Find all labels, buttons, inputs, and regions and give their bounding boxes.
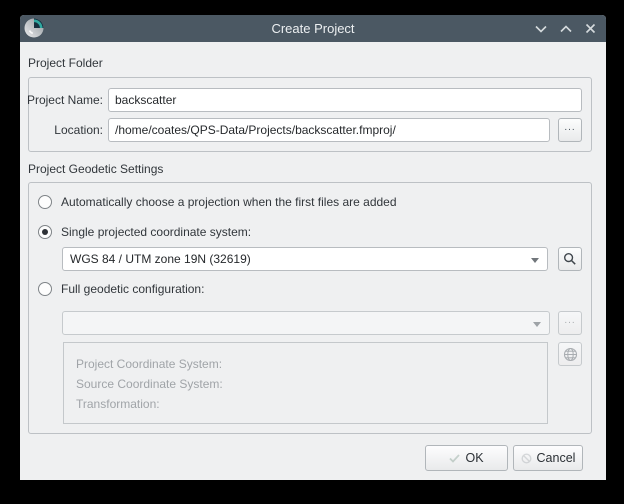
- ok-button-label: OK: [465, 451, 483, 465]
- radio-full-geodetic-config-label: Full geodetic configuration:: [61, 282, 204, 296]
- transformation-summary-label: Transformation:: [76, 397, 160, 411]
- close-icon: [585, 23, 596, 34]
- maximize-button[interactable]: [557, 20, 574, 37]
- radio-single-projected-crs[interactable]: Single projected coordinate system:: [38, 225, 251, 239]
- project-crs-summary-label: Project Coordinate System:: [76, 357, 222, 371]
- radio-single-projected-crs-label: Single projected coordinate system:: [61, 225, 251, 239]
- globe-icon: [563, 347, 578, 362]
- cancel-icon: [521, 453, 532, 464]
- cancel-button-label: Cancel: [537, 451, 576, 465]
- radio-auto-projection[interactable]: Automatically choose a projection when t…: [38, 195, 397, 209]
- chevron-up-icon: [560, 25, 572, 33]
- source-crs-summary-label: Source Coordinate System:: [76, 377, 223, 391]
- window-controls: [532, 15, 599, 42]
- location-browse-button[interactable]: ...: [558, 118, 582, 142]
- chevron-down-icon: [533, 322, 541, 327]
- full-config-browse-button: ...: [558, 311, 582, 335]
- projected-crs-value: WGS 84 / UTM zone 19N (32619): [70, 252, 251, 266]
- radio-circle[interactable]: [38, 225, 52, 239]
- location-input[interactable]: [108, 118, 550, 142]
- radio-circle[interactable]: [38, 282, 52, 296]
- radio-auto-projection-label: Automatically choose a projection when t…: [61, 195, 397, 209]
- chevron-down-icon: [531, 258, 539, 263]
- ellipsis-icon: ...: [564, 316, 575, 326]
- minimize-button[interactable]: [532, 20, 549, 37]
- location-label: Location:: [20, 118, 103, 142]
- cancel-button[interactable]: Cancel: [513, 445, 583, 471]
- crs-search-button[interactable]: [558, 247, 582, 271]
- project-name-input[interactable]: [108, 88, 582, 112]
- geodetic-summary-panel: Project Coordinate System: Source Coordi…: [63, 342, 548, 424]
- search-icon: [563, 252, 577, 266]
- chevron-down-icon: [535, 25, 547, 33]
- ellipsis-icon: ...: [564, 123, 575, 133]
- close-button[interactable]: [582, 20, 599, 37]
- project-folder-section-title: Project Folder: [28, 56, 103, 70]
- titlebar[interactable]: Create Project: [20, 15, 606, 42]
- radio-circle[interactable]: [38, 195, 52, 209]
- check-icon: [449, 454, 460, 463]
- geodetic-section-title: Project Geodetic Settings: [28, 162, 163, 176]
- full-config-combobox: [62, 311, 550, 335]
- ok-button[interactable]: OK: [425, 445, 508, 471]
- create-project-dialog: Create Project Project Folder Project Na…: [20, 15, 606, 480]
- radio-full-geodetic-config[interactable]: Full geodetic configuration:: [38, 282, 204, 296]
- projected-crs-combobox[interactable]: WGS 84 / UTM zone 19N (32619): [62, 247, 548, 271]
- desktop-backdrop: Create Project Project Folder Project Na…: [0, 0, 624, 504]
- project-name-label: Project Name:: [20, 88, 103, 112]
- globe-button: [558, 342, 582, 366]
- window-title: Create Project: [20, 15, 606, 42]
